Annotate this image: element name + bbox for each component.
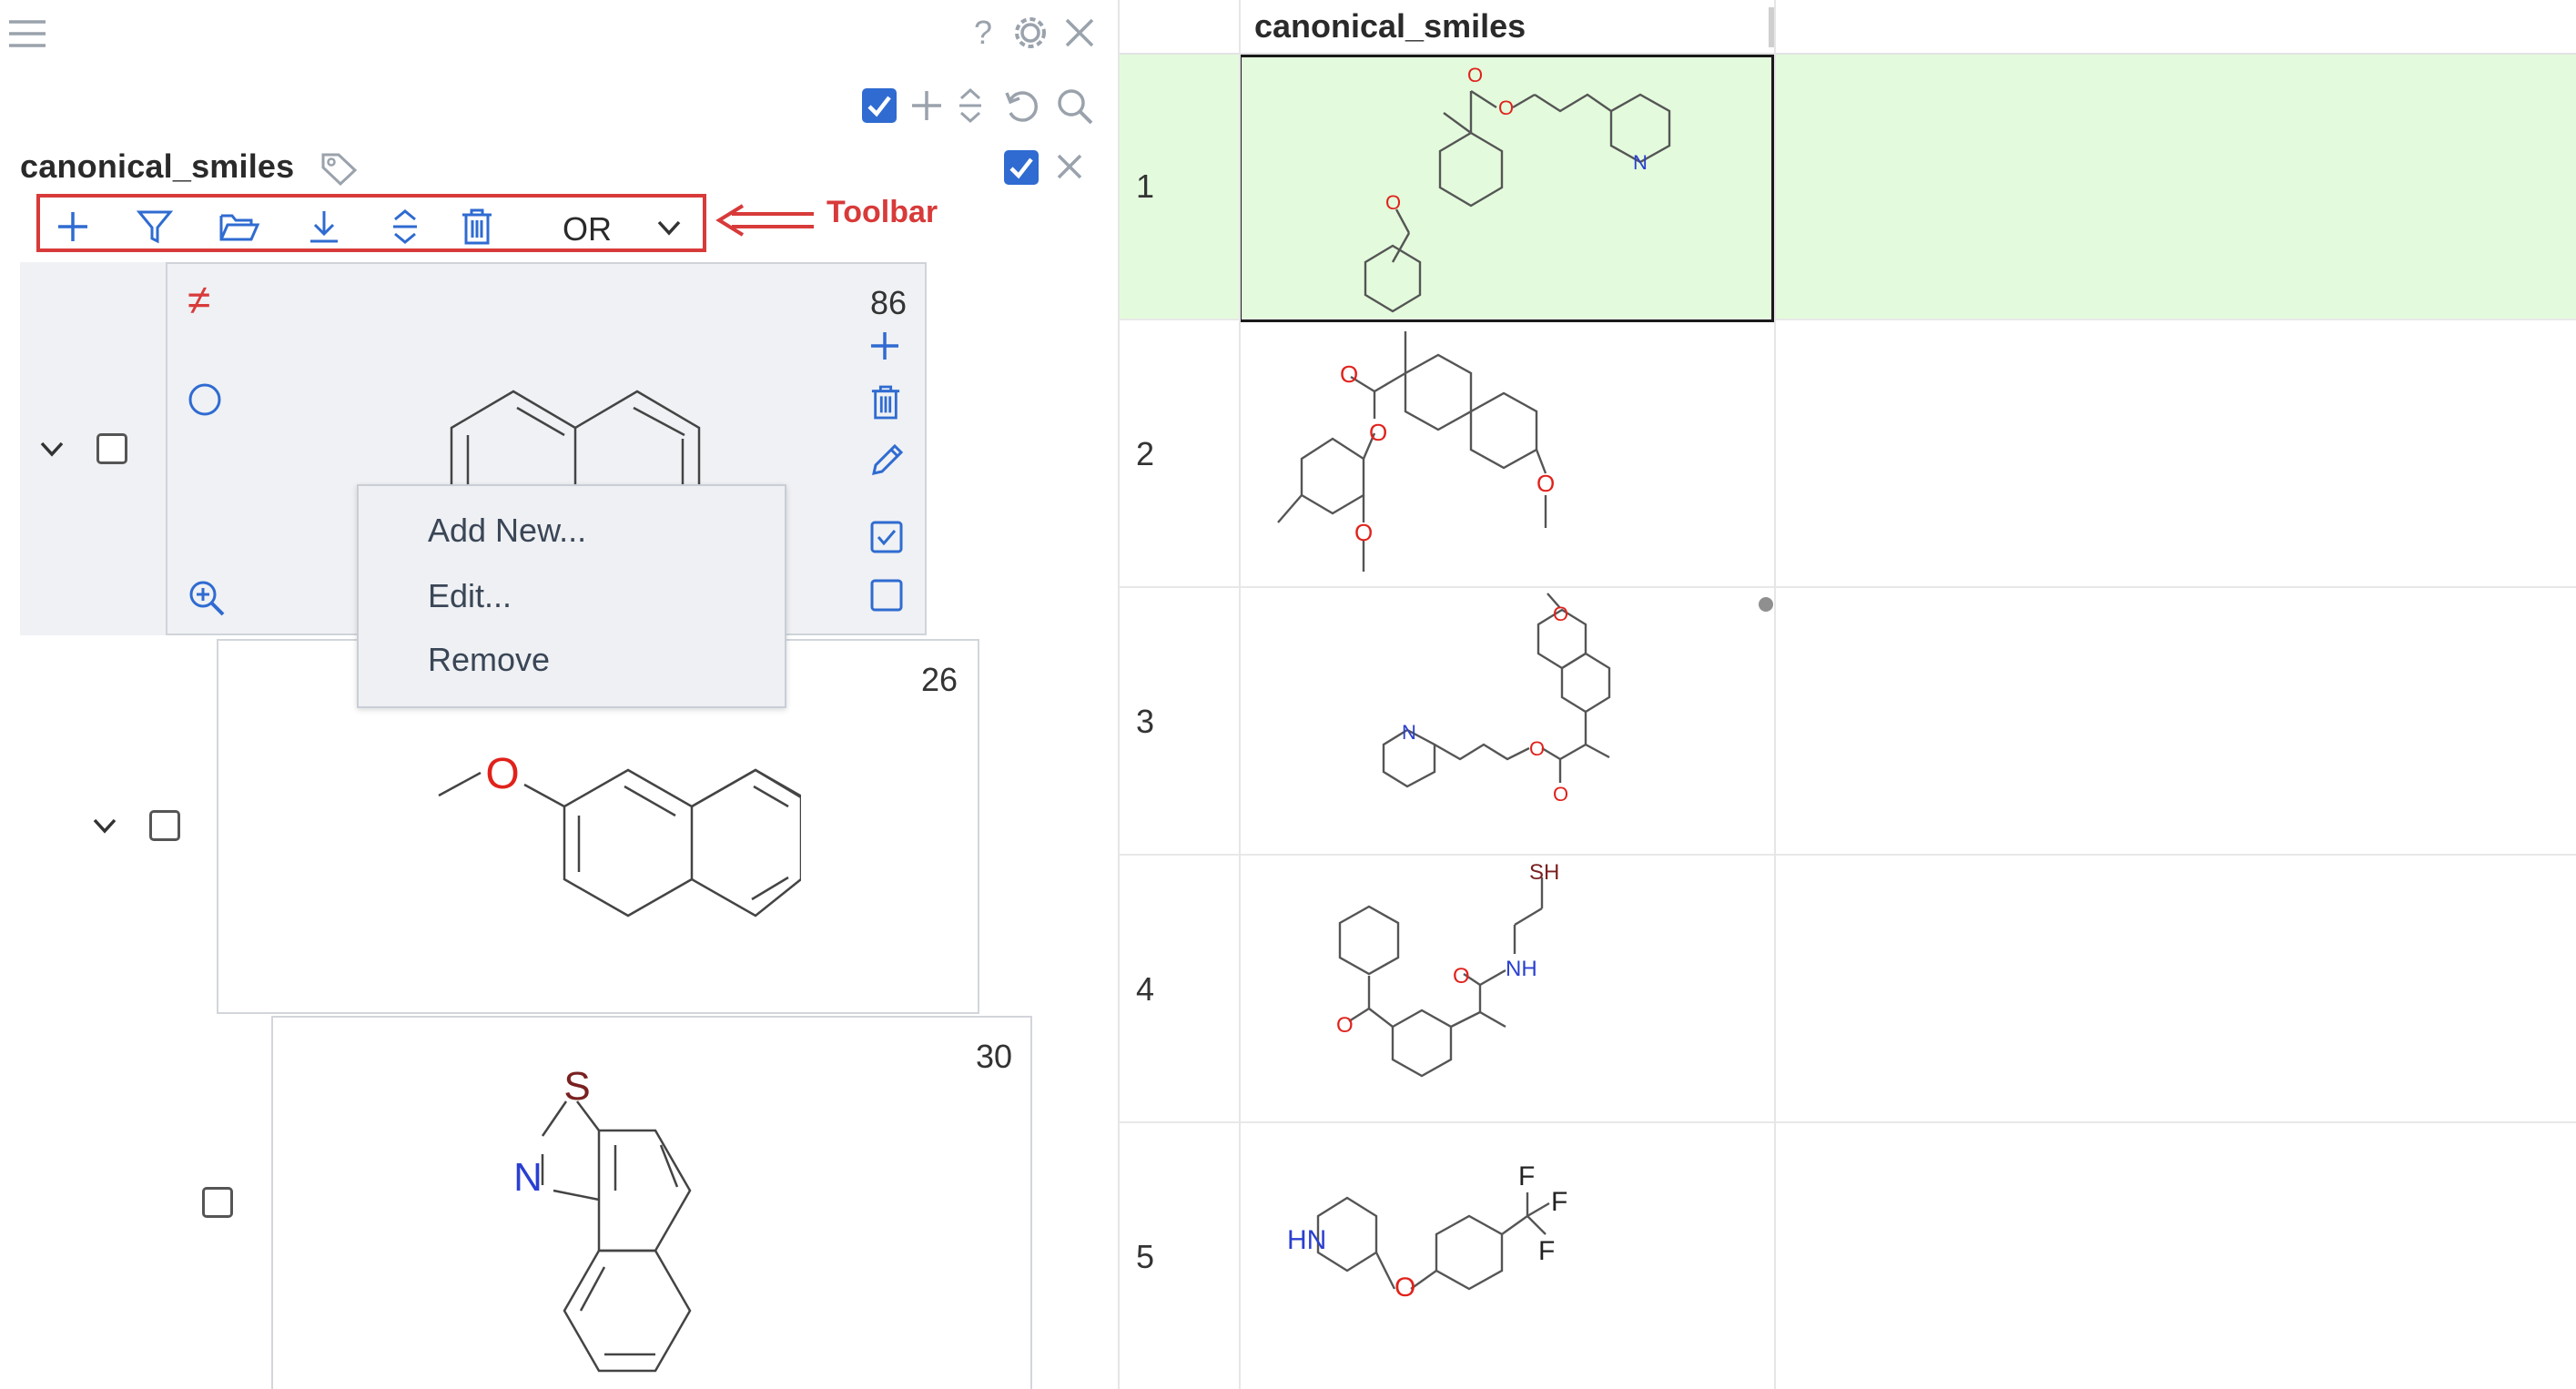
edit-icon[interactable] (868, 442, 905, 479)
context-menu: Add New... Edit... Remove (357, 484, 786, 708)
column-divider (1774, 0, 1776, 1389)
svg-text:N: N (1402, 721, 1416, 744)
chevron-down-icon[interactable] (38, 435, 66, 462)
plus-icon[interactable] (910, 89, 943, 122)
trash-icon[interactable] (461, 208, 493, 245)
expand-collapse-icon[interactable] (956, 87, 985, 124)
toolbar-annotation: Toolbar (827, 195, 938, 229)
svg-text:SH: SH (1529, 860, 1559, 885)
chevron-down-icon[interactable] (91, 812, 118, 839)
svg-text:O: O (1453, 964, 1470, 989)
selected-cell-outline (1239, 55, 1774, 322)
node-checkbox[interactable] (202, 1187, 233, 1218)
close-icon[interactable] (1063, 16, 1096, 49)
methoxynaphthalene-structure: O (437, 732, 801, 923)
help-icon[interactable]: ? (969, 15, 998, 51)
svg-text:HN: HN (1287, 1225, 1326, 1255)
mode-select-value[interactable]: OR (563, 210, 612, 248)
settings-icon[interactable] (1012, 15, 1049, 51)
svg-text:O: O (1553, 783, 1568, 806)
plus-icon[interactable] (868, 330, 901, 362)
plus-icon[interactable] (55, 208, 91, 245)
svg-text:F: F (1538, 1236, 1555, 1266)
svg-text:S: S (563, 1064, 590, 1109)
molecule-cell[interactable]: SH O NH O (1242, 857, 1775, 1123)
zoom-in-icon[interactable] (188, 579, 226, 617)
molecule-cell[interactable]: O N O O (1242, 590, 1775, 856)
match-count: 30 (976, 1038, 1013, 1075)
svg-text:O: O (1529, 737, 1545, 760)
row-number: 3 (1136, 703, 1155, 740)
svg-text:O: O (1553, 603, 1568, 625)
svg-text:O: O (1394, 1272, 1415, 1303)
svg-text:F: F (1518, 1161, 1535, 1191)
svg-text:NH: NH (1506, 957, 1537, 981)
checkbox-checked-icon[interactable] (861, 87, 898, 124)
data-grid: canonical_smiles 1 O O O N 2 O O O O 3 O… (1118, 0, 2576, 1389)
undo-icon[interactable] (1003, 87, 1040, 124)
naphthalene-structure (441, 355, 741, 492)
filter-panel: ? canonical_smiles OR Toolbar ≠ 86 26 O … (0, 0, 1118, 1389)
column-title: canonical_smiles (20, 147, 295, 185)
row-number: 1 (1136, 167, 1155, 205)
svg-text:F: F (1551, 1187, 1567, 1217)
tag-icon[interactable] (320, 151, 359, 186)
svg-text:O: O (1369, 419, 1387, 446)
svg-text:O: O (1336, 1013, 1354, 1038)
hamburger-icon[interactable] (7, 16, 47, 51)
toolbar: OR (36, 194, 706, 252)
trash-icon[interactable] (870, 384, 901, 421)
node-checkbox[interactable] (96, 433, 127, 464)
menu-item-edit[interactable]: Edit... (428, 577, 512, 615)
arrow-left-icon (715, 202, 817, 238)
table-row[interactable]: 5 F F F HN O (1120, 1125, 2576, 1389)
substructure-card[interactable]: 30 S N (271, 1016, 1032, 1389)
naphthothiazole-structure: S N (510, 1054, 783, 1389)
column-header[interactable]: canonical_smiles (1254, 7, 1526, 46)
row-number: 2 (1136, 435, 1155, 472)
remove-column-icon[interactable] (1056, 153, 1083, 180)
grid-header: canonical_smiles (1120, 0, 2576, 55)
row-number: 4 (1136, 970, 1155, 1008)
match-count: 86 (870, 284, 908, 321)
folder-open-icon[interactable] (218, 208, 260, 245)
svg-text:O: O (485, 750, 519, 798)
match-count: 26 (921, 661, 958, 698)
not-equal-icon[interactable]: ≠ (188, 275, 210, 324)
search-icon[interactable] (1056, 87, 1094, 126)
svg-text:N: N (513, 1155, 543, 1200)
checkbox-empty-icon[interactable] (870, 579, 903, 612)
svg-text:O: O (1536, 470, 1555, 497)
expand-collapse-icon[interactable] (390, 208, 421, 245)
chevron-down-icon[interactable] (655, 214, 683, 241)
svg-text:?: ? (974, 15, 992, 51)
svg-text:O: O (1340, 360, 1358, 388)
menu-item-remove[interactable]: Remove (428, 641, 550, 679)
molecule-cell[interactable]: O O O O (1242, 322, 1775, 588)
checkbox-checked-icon[interactable] (870, 521, 903, 553)
circle-icon[interactable] (188, 382, 222, 417)
table-row[interactable]: 4 SH O NH O (1120, 857, 2576, 1123)
column-divider (1239, 0, 1241, 1389)
column-enabled-checkbox[interactable] (1003, 149, 1040, 186)
row-number: 5 (1136, 1238, 1155, 1275)
table-row[interactable]: 2 O O O O (1120, 322, 2576, 588)
node-checkbox[interactable] (149, 810, 180, 841)
menu-item-add-new[interactable]: Add New... (428, 512, 586, 550)
filter-icon[interactable] (137, 208, 173, 245)
svg-text:O: O (1354, 519, 1373, 546)
table-row[interactable]: 3 O N O O (1120, 590, 2576, 856)
molecule-cell[interactable]: F F F HN O (1242, 1125, 1775, 1389)
download-icon[interactable] (306, 208, 342, 245)
